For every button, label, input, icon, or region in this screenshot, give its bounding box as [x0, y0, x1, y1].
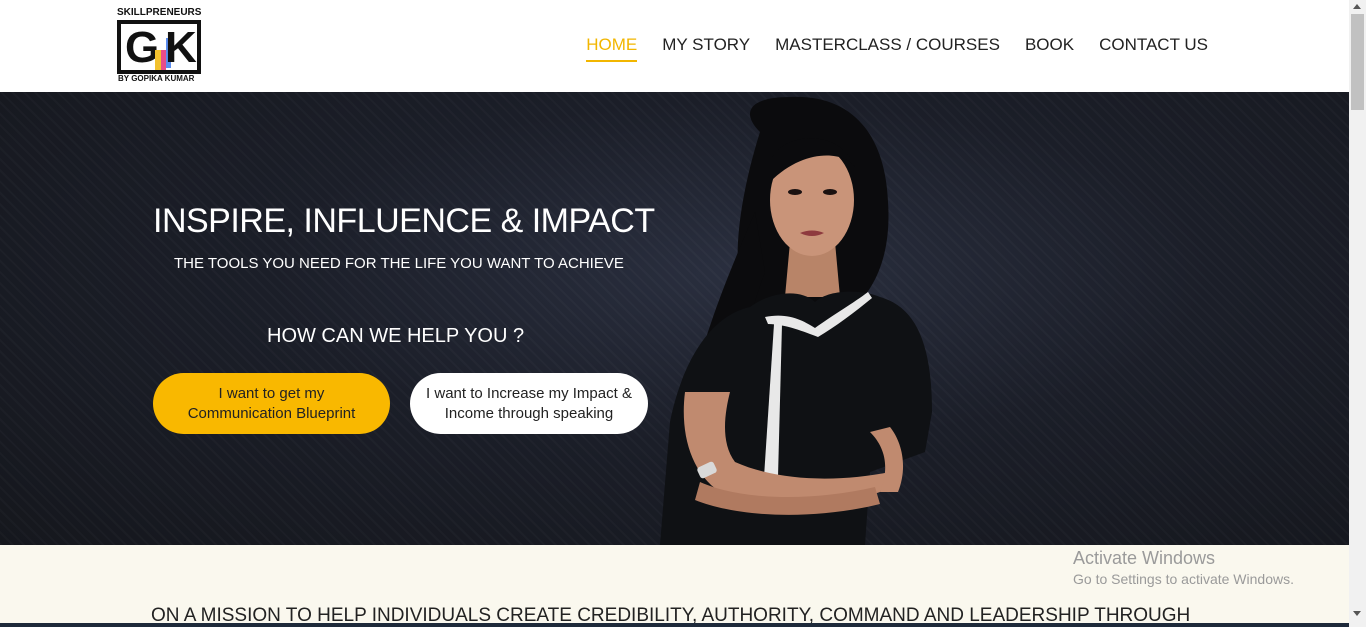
vertical-scrollbar[interactable] — [1349, 0, 1366, 627]
logo-brand-text: SKILLPRENEURS — [117, 7, 202, 18]
page-bottom-border — [0, 623, 1349, 627]
increase-impact-button[interactable]: I want to Increase my Impact & Income th… — [410, 373, 648, 434]
hero-subtitle: THE TOOLS YOU NEED FOR THE LIFE YOU WANT… — [174, 255, 624, 272]
communication-blueprint-button[interactable]: I want to get my Communication Blueprint — [153, 373, 390, 434]
logo-letter-k: K — [165, 23, 197, 72]
scrollbar-thumb[interactable] — [1351, 14, 1364, 110]
main-nav: HOME MY STORY MASTERCLASS / COURSES BOOK… — [586, 34, 1208, 62]
site-logo[interactable]: SKILLPRENEURS G K BY GOPIKA KUMAR — [117, 7, 203, 85]
scroll-up-arrow-icon[interactable] — [1353, 4, 1361, 9]
watermark-title: Activate Windows — [1073, 548, 1216, 568]
watermark-subtitle: Go to Settings to activate Windows. — [1073, 571, 1294, 587]
scroll-down-arrow-icon[interactable] — [1353, 611, 1361, 616]
nav-home[interactable]: HOME — [586, 34, 638, 62]
page: SKILLPRENEURS G K BY GOPIKA KUMAR HOME M… — [0, 0, 1349, 627]
hero-portrait-image — [660, 96, 932, 545]
logo-byline: BY GOPIKA KUMAR — [118, 74, 195, 83]
logo-mark: G K — [117, 20, 201, 74]
activate-windows-watermark: Activate Windows Go to Settings to activ… — [1073, 547, 1294, 589]
nav-contact-us[interactable]: CONTACT US — [1099, 34, 1208, 62]
site-header: SKILLPRENEURS G K BY GOPIKA KUMAR HOME M… — [0, 0, 1349, 92]
hero-section: INSPIRE, INFLUENCE & IMPACT THE TOOLS YO… — [0, 92, 1349, 545]
hero-title: INSPIRE, INFLUENCE & IMPACT — [153, 202, 655, 240]
help-heading: HOW CAN WE HELP YOU ? — [267, 325, 525, 347]
nav-my-story[interactable]: MY STORY — [662, 34, 750, 62]
nav-book[interactable]: BOOK — [1025, 34, 1074, 62]
nav-masterclass-courses[interactable]: MASTERCLASS / COURSES — [775, 34, 1000, 62]
